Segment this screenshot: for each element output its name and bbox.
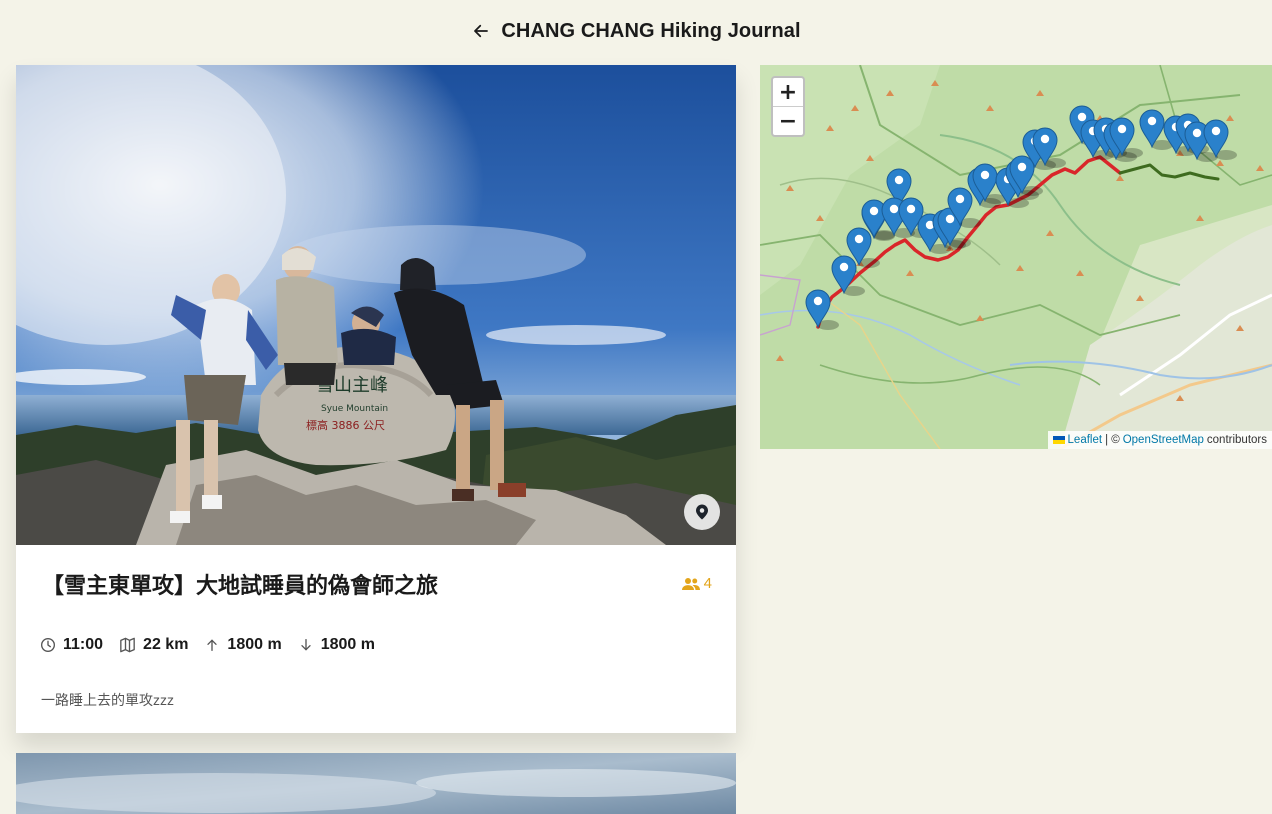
- header: CHANG CHANG Hiking Journal: [0, 0, 1272, 62]
- zoom-in-button[interactable]: +: [773, 78, 803, 106]
- journal-photo[interactable]: 雪山主峰 Syue Mountain 標高 3886 公尺: [16, 65, 736, 545]
- zoom-control: + −: [771, 76, 805, 137]
- stat-distance: 22 km: [119, 636, 188, 654]
- route-map[interactable]: + − Leaflet | © OpenStreetMap contributo…: [760, 65, 1272, 449]
- stat-ascent: 1800 m: [204, 636, 282, 654]
- ukraine-flag-icon: [1052, 436, 1065, 444]
- stat-descent-value: 1800 m: [320, 636, 375, 653]
- stat-descent: 1800 m: [298, 636, 375, 654]
- attribution-suffix: contributors: [1206, 434, 1267, 446]
- stat-distance-value: 22 km: [143, 636, 189, 653]
- arrow-left-icon: [474, 24, 489, 38]
- members-count: 4: [681, 575, 712, 592]
- back-button[interactable]: [471, 21, 491, 41]
- next-journal-card[interactable]: [16, 753, 736, 814]
- clock-icon: [41, 638, 55, 652]
- osm-link[interactable]: OpenStreetMap: [1123, 434, 1204, 446]
- arrow-up-icon: [207, 639, 218, 651]
- zoom-out-button[interactable]: −: [773, 106, 803, 135]
- attribution-separator: | ©: [1105, 434, 1120, 446]
- users-icon: [681, 577, 700, 590]
- map-icon: [120, 637, 135, 653]
- leaflet-link[interactable]: Leaflet: [1068, 434, 1103, 446]
- trip-stats: 11:00 22 km 1800 m 1800 m: [40, 634, 391, 656]
- stat-duration-value: 11:00: [63, 636, 104, 653]
- arrow-down-icon: [301, 639, 311, 651]
- stat-duration: 11:00: [40, 636, 103, 654]
- members-value: 4: [703, 575, 712, 592]
- page-title: CHANG CHANG Hiking Journal: [501, 19, 801, 42]
- svg-text:標高 3886 公尺: 標高 3886 公尺: [306, 418, 385, 432]
- map-attribution: Leaflet | © OpenStreetMap contributors: [1047, 431, 1272, 449]
- journal-title[interactable]: 【雪主東單攻】大地試睡員的偽會師之旅: [42, 568, 438, 600]
- svg-text:Syue Mountain: Syue Mountain: [321, 404, 388, 414]
- location-button[interactable]: [684, 494, 720, 530]
- journal-card[interactable]: 雪山主峰 Syue Mountain 標高 3886 公尺 【雪主東單攻】大地試…: [16, 65, 736, 733]
- location-pin-icon: [696, 504, 708, 520]
- stat-ascent-value: 1800 m: [227, 636, 282, 653]
- journal-description: 一路睡上去的單攻zzz: [41, 692, 174, 708]
